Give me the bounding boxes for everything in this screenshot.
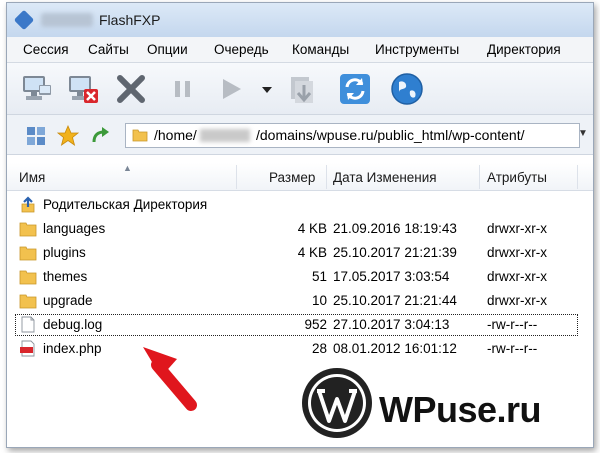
path-dropdown-icon[interactable]: ▼ bbox=[578, 128, 588, 139]
wordpress-logo bbox=[302, 368, 372, 438]
app-window: FlashFXP Сессия Сайты Опции Очередь Кома… bbox=[6, 2, 594, 448]
watermark-text: WPuse.ru bbox=[379, 389, 542, 430]
